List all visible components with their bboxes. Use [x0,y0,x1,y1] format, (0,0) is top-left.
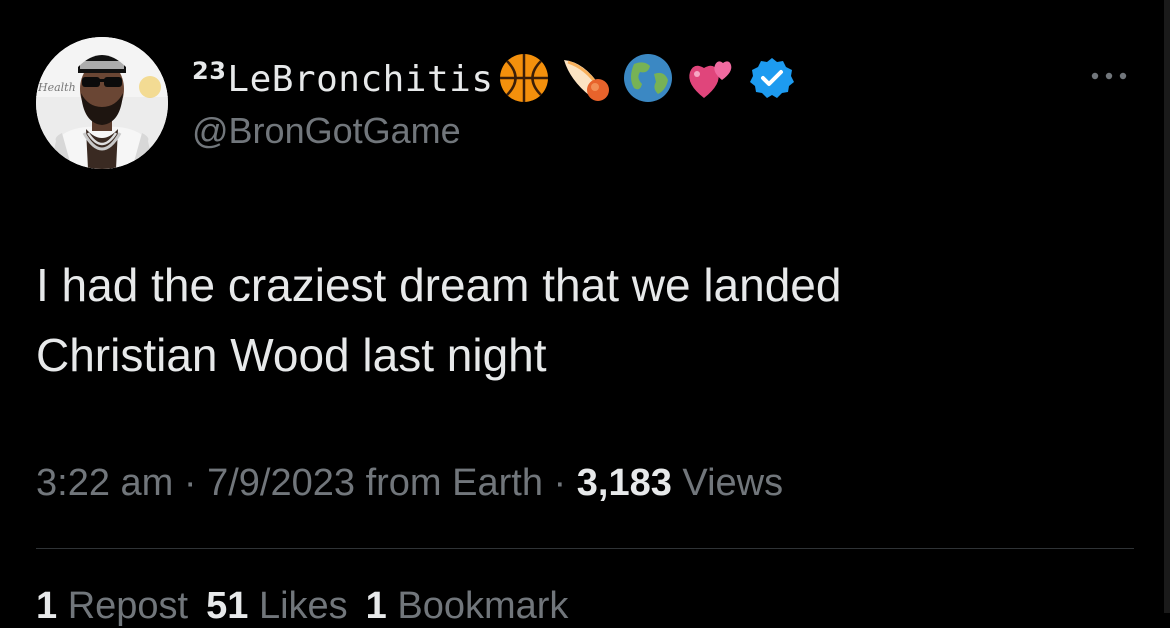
more-options-icon[interactable] [1087,64,1131,88]
reposts-stat[interactable]: 1 Repost [36,585,188,627]
user-handle[interactable]: @BronGotGame [192,110,461,152]
bookmarks-stat[interactable]: 1 Bookmark [366,585,569,627]
likes-label: Likes [258,585,348,627]
display-name[interactable]: 23LeBronchitis [192,57,494,100]
reposts-label: Repost [67,585,189,627]
engagement-stats: 1 Repost 51 Likes 1 Bookmark [36,585,568,628]
views-label: Views [682,462,784,504]
meta-separator: · [553,462,567,504]
tweet-date[interactable]: 7/9/2023 [207,462,355,504]
tweet-text-line-1: I had the craziest dream that we landed [36,259,842,311]
meta-separator: · [183,462,197,504]
views-count: 3,183 [576,462,672,504]
comet-icon [560,52,612,104]
tweet-text: I had the craziest dream that we landed … [36,250,1126,390]
display-name-number: 23 [192,56,227,85]
avatar-image: Health [36,37,168,169]
tweet-text-line-2: Christian Wood last night [36,329,547,381]
display-name-row[interactable]: 23LeBronchitis [192,50,808,106]
divider [36,548,1134,549]
verified-badge-icon[interactable] [746,52,798,104]
tweet-container: Health 23LeBronchitis @BronGotGame I had… [0,0,1170,627]
bookmarks-count: 1 [365,585,387,627]
bookmarks-label: Bookmark [397,585,569,627]
emoji-row [498,52,808,104]
tweet-meta: 3:22 am · 7/9/2023 from Earth · 3,183 Vi… [36,462,783,505]
tweet-source: from Earth [365,462,543,504]
two-hearts-icon [684,52,736,104]
avatar[interactable]: Health [36,37,168,169]
likes-stat[interactable]: 51 Likes [206,585,348,627]
scrollbar-edge [1164,0,1170,613]
avatar-sponsor-text: Health [37,81,76,94]
basketball-icon [498,52,550,104]
globe-icon [622,52,674,104]
tweet-time[interactable]: 3:22 am [36,462,173,504]
display-name-text: LeBronchitis [227,58,494,100]
likes-count: 51 [206,585,249,627]
reposts-count: 1 [36,585,58,627]
